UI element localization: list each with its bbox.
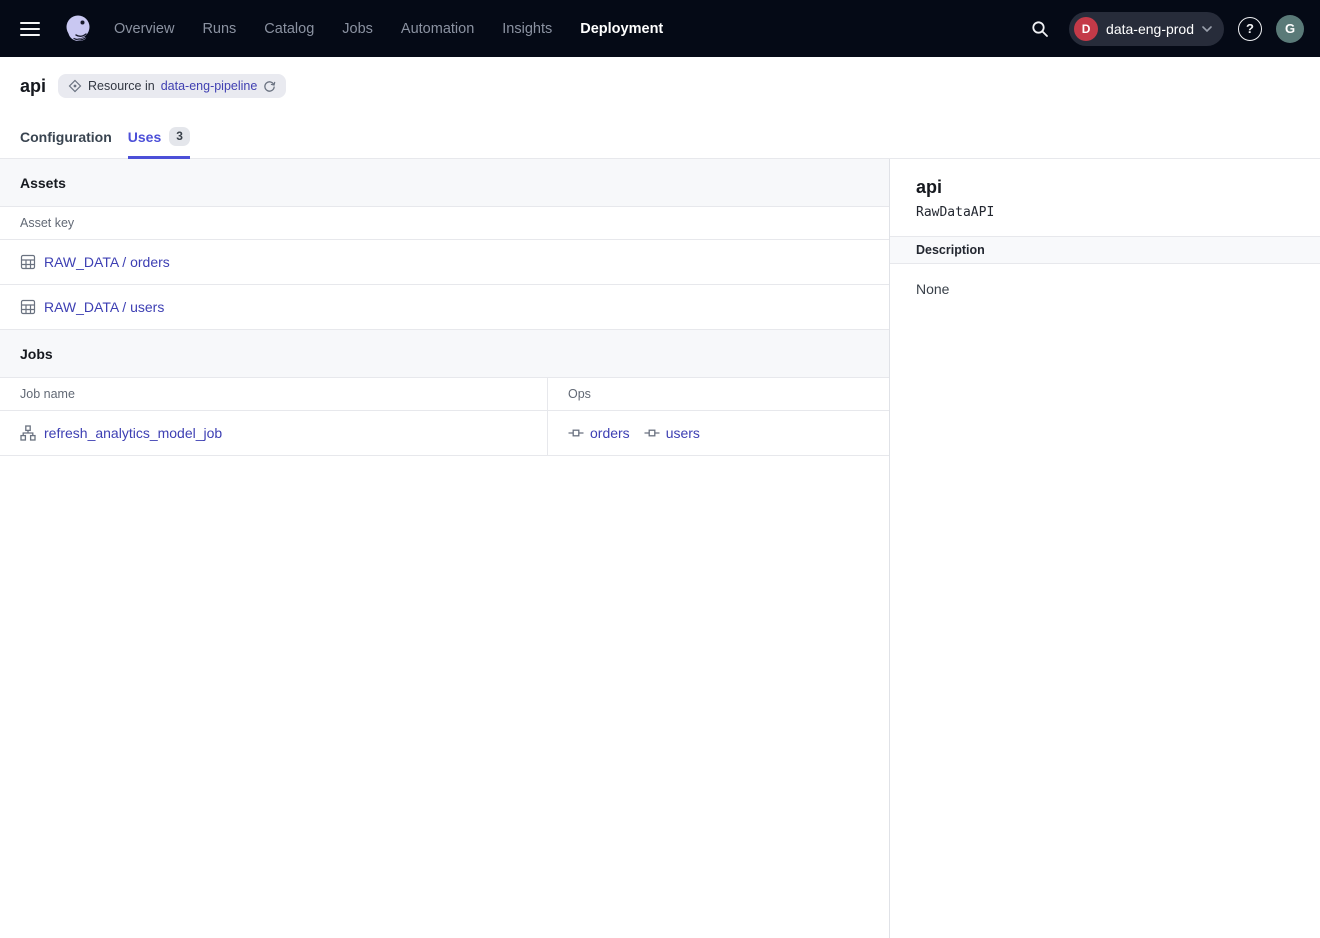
panel-resource-name: api — [916, 177, 1294, 198]
op-name-label: users — [666, 425, 700, 441]
deployment-initial-badge: D — [1074, 17, 1098, 41]
resource-icon — [68, 79, 82, 93]
refresh-icon[interactable] — [263, 80, 276, 93]
page-header: api Resource in data-eng-pipeline — [0, 57, 1320, 115]
help-icon[interactable]: ? — [1238, 17, 1262, 41]
table-row: refresh_analytics_model_job orders — [0, 411, 889, 456]
jobs-section-header: Jobs — [0, 330, 889, 378]
job-hierarchy-icon — [20, 425, 36, 441]
assets-column-header-row: Asset key — [0, 207, 889, 240]
tab-configuration[interactable]: Configuration — [20, 115, 112, 158]
resource-badge: Resource in data-eng-pipeline — [58, 74, 286, 98]
asset-key-label: RAW_DATA / orders — [44, 254, 170, 270]
nav-item-overview[interactable]: Overview — [114, 21, 174, 37]
job-link[interactable]: refresh_analytics_model_job — [20, 425, 222, 441]
deployment-name: data-eng-prod — [1106, 21, 1194, 37]
deployment-switcher[interactable]: D data-eng-prod — [1069, 12, 1224, 46]
tab-configuration-label: Configuration — [20, 129, 112, 145]
job-name-label: refresh_analytics_model_job — [44, 425, 222, 441]
menu-icon[interactable] — [16, 15, 44, 43]
primary-nav: Overview Runs Catalog Jobs Automation In… — [114, 21, 663, 37]
tab-uses[interactable]: Uses 3 — [128, 115, 190, 158]
tab-uses-label: Uses — [128, 129, 161, 145]
resource-detail-panel: api RawDataAPI Description None — [890, 159, 1320, 938]
asset-table-icon — [20, 254, 36, 270]
chevron-down-icon — [1202, 26, 1212, 32]
description-section-header: Description — [890, 236, 1320, 264]
op-link-users[interactable]: users — [644, 425, 700, 441]
table-row: RAW_DATA / orders — [0, 240, 889, 285]
op-link-orders[interactable]: orders — [568, 425, 630, 441]
code-location-link[interactable]: data-eng-pipeline — [161, 79, 258, 93]
asset-link-users[interactable]: RAW_DATA / users — [20, 299, 164, 315]
op-icon — [568, 425, 584, 441]
top-navigation: Overview Runs Catalog Jobs Automation In… — [0, 0, 1320, 57]
asset-key-label: RAW_DATA / users — [44, 299, 164, 315]
jobs-column-header-row: Job name Ops — [0, 378, 889, 411]
op-icon — [644, 425, 660, 441]
op-name-label: orders — [590, 425, 630, 441]
description-value: None — [890, 264, 1320, 314]
avatar[interactable]: G — [1276, 15, 1304, 43]
nav-item-jobs[interactable]: Jobs — [342, 21, 373, 37]
tab-bar: Configuration Uses 3 — [0, 115, 1320, 159]
dagster-logo-icon[interactable] — [58, 9, 98, 49]
nav-item-insights[interactable]: Insights — [502, 21, 552, 37]
job-name-column-header: Job name — [0, 378, 547, 410]
asset-link-orders[interactable]: RAW_DATA / orders — [20, 254, 170, 270]
nav-item-deployment[interactable]: Deployment — [580, 21, 663, 37]
page-title: api — [20, 76, 46, 97]
content-area: Assets Asset key RAW_DATA / orders — [0, 159, 1320, 938]
asset-key-column-header: Asset key — [0, 207, 889, 239]
search-icon[interactable] — [1025, 14, 1055, 44]
uses-tables: Assets Asset key RAW_DATA / orders — [0, 159, 890, 938]
table-row: RAW_DATA / users — [0, 285, 889, 330]
nav-right-cluster: D data-eng-prod ? G — [1025, 12, 1304, 46]
nav-item-runs[interactable]: Runs — [202, 21, 236, 37]
nav-item-catalog[interactable]: Catalog — [264, 21, 314, 37]
tab-uses-count-badge: 3 — [169, 127, 190, 145]
nav-item-automation[interactable]: Automation — [401, 21, 474, 37]
assets-section-header: Assets — [0, 159, 889, 207]
ops-column-header: Ops — [547, 378, 889, 410]
resource-badge-text: Resource in — [88, 79, 155, 93]
panel-resource-type: RawDataAPI — [916, 205, 1294, 220]
asset-table-icon — [20, 299, 36, 315]
